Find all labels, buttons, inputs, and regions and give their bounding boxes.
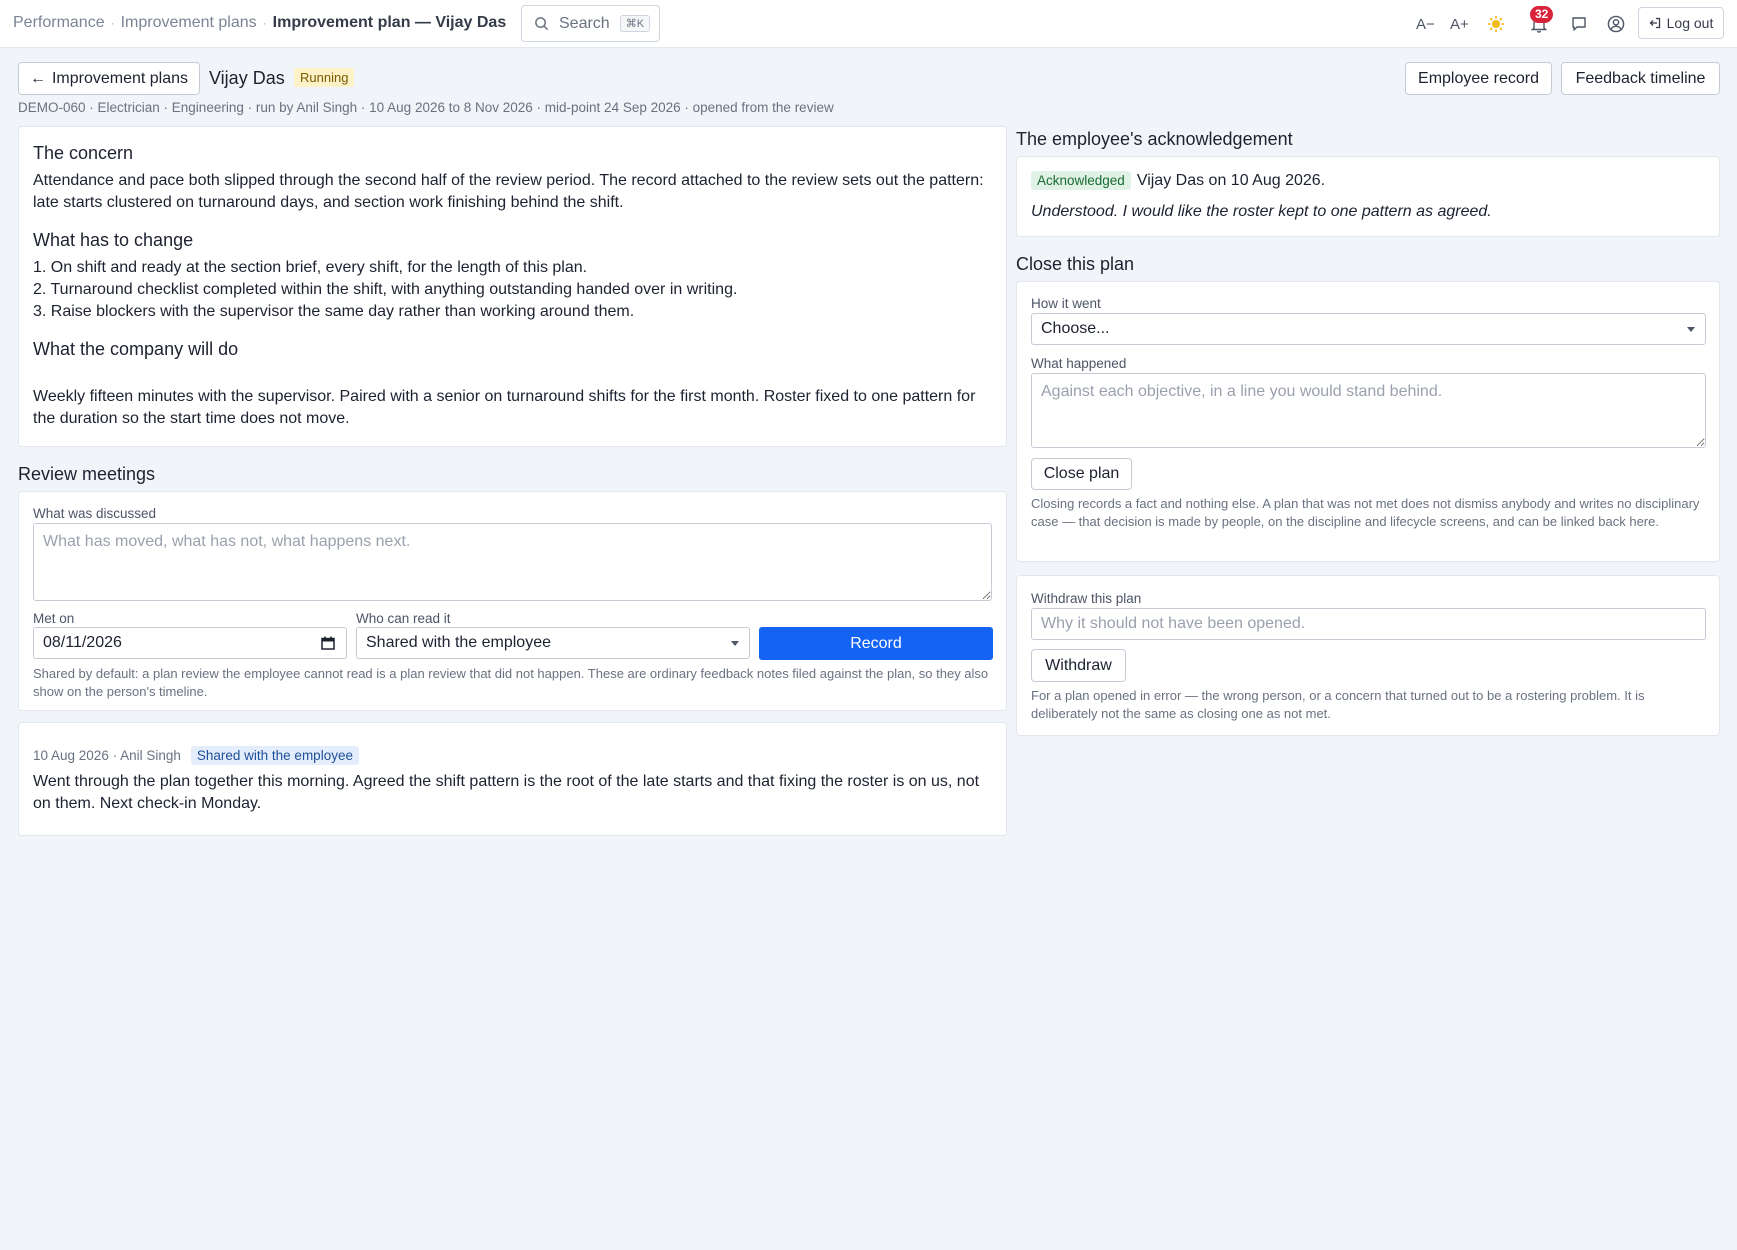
met-on-date-input[interactable]: 08/11/2026	[33, 627, 347, 659]
breadcrumb-separator: ·	[262, 16, 267, 30]
acknowledgement-by: Vijay Das on 10 Aug 2026.	[1136, 171, 1326, 189]
notification-count-badge: 32	[1530, 6, 1554, 23]
visibility-badge: Shared with the employee	[190, 746, 359, 765]
logout-button[interactable]: Log out	[1638, 7, 1724, 39]
acknowledgement-card: Acknowledged Vijay Das on 10 Aug 2026. U…	[1016, 156, 1720, 237]
acknowledgement-heading: The employee's acknowledgement	[1016, 129, 1293, 149]
search-label: Search	[559, 14, 610, 32]
back-button-label: Improvement plans	[51, 69, 189, 87]
breadcrumb-performance[interactable]: Performance	[13, 14, 105, 32]
breadcrumb-improvement-plans[interactable]: Improvement plans	[121, 14, 257, 32]
what-happened-textarea[interactable]	[1031, 373, 1706, 448]
messages-button[interactable]	[1571, 13, 1587, 35]
breadcrumb-current: Improvement plan — Vijay Das	[272, 14, 507, 31]
discussed-label: What was discussed	[33, 506, 157, 521]
search-icon	[535, 17, 549, 31]
concern-text: Attendance and pace both slipped through…	[33, 172, 984, 211]
discussed-textarea[interactable]	[33, 523, 992, 601]
concern-heading: The concern	[33, 143, 134, 163]
review-form-card: What was discussed Met on 08/11/2026 Who…	[18, 491, 1007, 711]
record-button[interactable]: Record	[759, 627, 993, 660]
breadcrumb-separator: ·	[110, 16, 115, 30]
review-help-text: Shared by default: a plan review the emp…	[33, 666, 989, 699]
top-bar: Performance · Improvement plans · Improv…	[0, 0, 1737, 48]
chevron-down-icon	[1687, 327, 1695, 332]
who-can-read-label: Who can read it	[356, 611, 451, 626]
change-list: 1. On shift and ready at the section bri…	[33, 257, 993, 323]
company-heading: What the company will do	[33, 339, 239, 359]
breadcrumb: Performance · Improvement plans · Improv…	[13, 14, 506, 32]
status-badge: Running	[294, 68, 355, 87]
withdraw-reason-input[interactable]	[1031, 608, 1706, 640]
theme-toggle-button[interactable]	[1487, 13, 1505, 35]
how-it-went-label: How it went	[1031, 296, 1101, 311]
close-plan-button[interactable]: Close plan	[1031, 458, 1132, 490]
list-item: 3. Raise blockers with the supervisor th…	[33, 303, 635, 320]
chat-icon	[1572, 17, 1586, 31]
acknowledged-badge: Acknowledged	[1031, 171, 1131, 190]
logout-icon	[1649, 17, 1660, 29]
meeting-meta: 10 Aug 2026 · Anil Singh	[33, 748, 181, 763]
acknowledgement-quote: Understood. I would like the roster kept…	[1031, 203, 1492, 220]
how-it-went-select[interactable]: Choose...	[1031, 313, 1706, 345]
sun-icon	[1487, 15, 1505, 33]
search-shortcut: ⌘K	[619, 15, 651, 32]
withdraw-plan-card: Withdraw this plan Withdraw For a plan o…	[1016, 575, 1720, 736]
font-decrease-button[interactable]: A−	[1416, 13, 1435, 35]
review-meetings-heading: Review meetings	[18, 464, 156, 484]
chevron-down-icon	[731, 641, 739, 646]
met-on-value: 08/11/2026	[43, 634, 122, 651]
meeting-notes-text: Went through the plan together this morn…	[33, 773, 980, 812]
who-can-read-select[interactable]: Shared with the employee	[356, 627, 750, 659]
plan-details-card: The concern Attendance and pace both sli…	[18, 126, 1007, 447]
close-plan-help-text: Closing records a fact and nothing else.…	[1031, 496, 1700, 529]
company-text: Weekly fifteen minutes with the supervis…	[33, 388, 976, 427]
account-button[interactable]	[1607, 13, 1625, 35]
list-item: 1. On shift and ready at the section bri…	[33, 259, 588, 276]
feedback-timeline-button[interactable]: Feedback timeline	[1561, 62, 1720, 95]
page-title: Vijay Das	[209, 68, 285, 88]
close-plan-card: How it went Choose... What happened Clos…	[1016, 281, 1720, 562]
withdraw-label: Withdraw this plan	[1031, 591, 1142, 606]
arrow-left-icon: ←	[29, 69, 46, 87]
list-item: 2. Turnaround checklist completed within…	[33, 281, 738, 298]
withdraw-button[interactable]: Withdraw	[1031, 649, 1126, 682]
what-happened-label: What happened	[1031, 356, 1127, 371]
logout-label: Log out	[1666, 15, 1714, 31]
user-circle-icon	[1607, 15, 1625, 33]
met-on-label: Met on	[33, 611, 75, 626]
font-increase-button[interactable]: A+	[1450, 13, 1469, 35]
back-to-improvement-plans-button[interactable]: ← Improvement plans	[18, 62, 200, 95]
plan-meta: DEMO-060 · Electrician · Engineering · r…	[18, 100, 834, 115]
change-heading: What has to change	[33, 230, 194, 250]
search-button[interactable]: Search ⌘K	[521, 5, 660, 42]
meeting-entry-header: 10 Aug 2026 · Anil Singh Shared with the…	[33, 746, 359, 765]
employee-record-button[interactable]: Employee record	[1405, 62, 1552, 95]
withdraw-help-text: For a plan opened in error — the wrong p…	[1031, 688, 1645, 721]
acknowledgement-row: Acknowledged Vijay Das on 10 Aug 2026.	[1031, 171, 1325, 190]
calendar-icon[interactable]	[321, 636, 335, 650]
who-can-read-value: Shared with the employee	[366, 634, 551, 651]
meeting-entry-card: 10 Aug 2026 · Anil Singh Shared with the…	[18, 722, 1007, 836]
close-plan-heading: Close this plan	[1016, 254, 1135, 274]
how-it-went-value: Choose...	[1041, 320, 1110, 337]
